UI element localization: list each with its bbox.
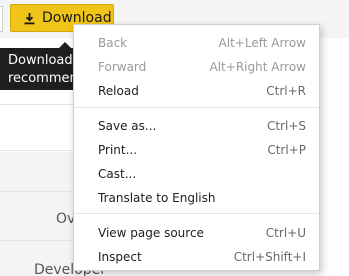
menu-item-label: Cast... bbox=[98, 167, 137, 181]
menu-item-shortcut: Ctrl+S bbox=[266, 119, 306, 133]
menu-item-reload[interactable]: Reload Ctrl+R bbox=[74, 80, 319, 102]
menu-item-shortcut: Ctrl+P bbox=[267, 143, 306, 157]
menu-item-shortcut: Alt+Left Arrow bbox=[218, 36, 306, 50]
menu-item-label: View page source bbox=[98, 226, 204, 240]
menu-item-cast[interactable]: Cast... bbox=[74, 163, 319, 185]
menu-item-shortcut: Ctrl+R bbox=[266, 84, 306, 98]
menu-item-shortcut: Alt+Right Arrow bbox=[209, 60, 306, 74]
menu-item-translate[interactable]: Translate to English bbox=[74, 187, 319, 209]
menu-item-label: Print... bbox=[98, 143, 138, 157]
menu-item-label: Reload bbox=[98, 84, 139, 98]
menu-item-shortcut: Ctrl+U bbox=[265, 226, 306, 240]
partial-button[interactable] bbox=[0, 6, 3, 32]
menu-item-print[interactable]: Print... Ctrl+P bbox=[74, 139, 319, 161]
menu-item-label: Back bbox=[98, 36, 128, 50]
download-icon bbox=[24, 12, 35, 24]
menu-item-save-as[interactable]: Save as... Ctrl+S bbox=[74, 115, 319, 137]
menu-item-label: Forward bbox=[98, 60, 147, 74]
context-menu: Back Alt+Left Arrow Forward Alt+Right Ar… bbox=[73, 24, 320, 271]
menu-item-view-page-source[interactable]: View page source Ctrl+U bbox=[74, 222, 319, 244]
menu-item-label: Translate to English bbox=[98, 191, 216, 205]
menu-item-shortcut: Ctrl+Shift+I bbox=[233, 250, 306, 264]
divider bbox=[0, 191, 80, 192]
menu-item-label: Save as... bbox=[98, 119, 157, 133]
menu-item-inspect[interactable]: Inspect Ctrl+Shift+I bbox=[74, 246, 319, 268]
divider bbox=[0, 150, 80, 151]
menu-separator bbox=[74, 107, 319, 108]
menu-item-back[interactable]: Back Alt+Left Arrow bbox=[74, 32, 319, 54]
menu-item-forward[interactable]: Forward Alt+Right Arrow bbox=[74, 56, 319, 78]
menu-item-label: Inspect bbox=[98, 250, 142, 264]
menu-separator bbox=[74, 213, 319, 214]
divider bbox=[0, 240, 80, 241]
divider bbox=[0, 104, 80, 105]
